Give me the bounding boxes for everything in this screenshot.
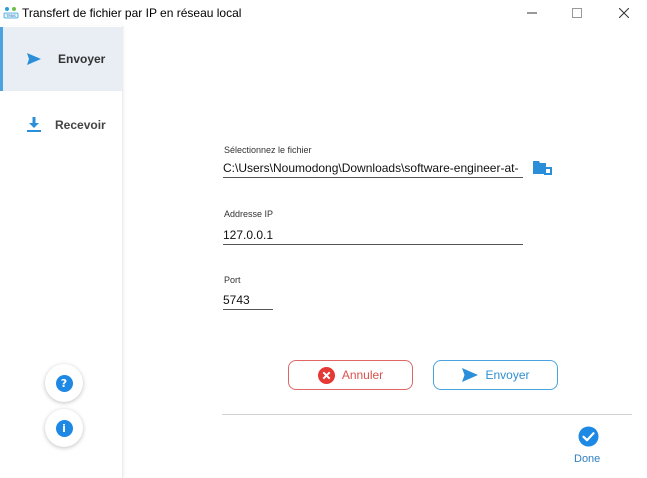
- cancel-button[interactable]: Annuler: [288, 360, 413, 390]
- close-icon: [619, 8, 629, 18]
- info-icon: i: [55, 419, 73, 437]
- send-button-label: Envoyer: [485, 368, 530, 382]
- send-icon: [25, 50, 43, 68]
- sidebar-item-label: Envoyer: [58, 52, 106, 66]
- done-button[interactable]: Done: [571, 426, 607, 466]
- sidebar: Envoyer Recevoir ? i: [0, 26, 123, 478]
- check-circle-icon: [578, 426, 599, 447]
- ip-address-field[interactable]: [223, 225, 523, 245]
- help-button[interactable]: ?: [45, 364, 83, 402]
- title-bar: TRNS Transfert de fichier par IP en rése…: [0, 0, 647, 26]
- app-logo-icon: TRNS: [3, 7, 19, 19]
- file-field-label: Sélectionnez le fichier: [224, 145, 312, 155]
- maximize-icon: [572, 8, 582, 18]
- info-button[interactable]: i: [45, 409, 83, 447]
- window-title: Transfert de fichier par IP en réseau lo…: [22, 6, 242, 20]
- minimize-button[interactable]: [509, 0, 555, 26]
- ip-field-label: Addresse IP: [224, 209, 274, 219]
- sidebar-item-envoyer[interactable]: Envoyer: [0, 27, 122, 91]
- cancel-icon: [318, 366, 336, 384]
- app-logo-text: TRNS: [5, 14, 16, 18]
- help-icon: ?: [55, 374, 73, 392]
- close-button[interactable]: [601, 0, 647, 26]
- divider: [222, 414, 632, 415]
- sidebar-item-recevoir[interactable]: Recevoir: [0, 93, 122, 157]
- send-icon: [461, 366, 479, 384]
- download-icon: [25, 116, 43, 134]
- send-button[interactable]: Envoyer: [433, 360, 558, 390]
- folder-icon: [533, 160, 552, 175]
- minimize-icon: [527, 12, 537, 14]
- done-label: Done: [574, 453, 601, 465]
- file-path-field[interactable]: [223, 158, 523, 178]
- port-field[interactable]: [223, 290, 273, 310]
- port-field-label: Port: [224, 275, 241, 285]
- browse-file-button[interactable]: [532, 157, 554, 177]
- cancel-button-label: Annuler: [341, 368, 384, 382]
- sidebar-item-label: Recevoir: [55, 118, 106, 132]
- maximize-button[interactable]: [554, 0, 600, 26]
